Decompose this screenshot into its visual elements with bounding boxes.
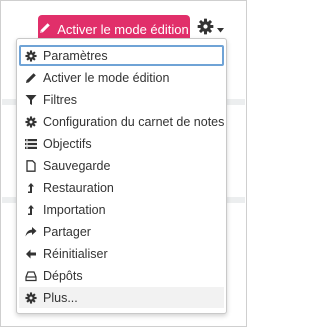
arrow-left-icon xyxy=(25,248,37,260)
page-frame: Activer le mode édition Paramètres Activ… xyxy=(0,0,247,327)
menu-item-activer-mode-edition[interactable]: Activer le mode édition xyxy=(19,67,224,88)
menu-item-restauration[interactable]: Restauration xyxy=(19,177,224,198)
menu-item-label: Configuration du carnet de notes xyxy=(43,114,225,129)
gear-icon xyxy=(197,18,214,40)
hdd-icon xyxy=(25,270,37,282)
menu-item-label: Filtres xyxy=(43,92,78,107)
menu-item-label: Activer le mode édition xyxy=(43,70,170,85)
menu-item-label: Sauvegarde xyxy=(43,158,111,173)
menu-item-importation[interactable]: Importation xyxy=(19,199,224,220)
menu-item-filtres[interactable]: Filtres xyxy=(19,89,224,110)
menu-item-label: Importation xyxy=(43,202,106,217)
menu-item-label: Plus... xyxy=(43,290,78,305)
menu-item-label: Objectifs xyxy=(43,136,92,151)
menu-item-label: Réinitialiser xyxy=(43,246,108,261)
menu-item-plus[interactable]: Plus... xyxy=(19,287,224,308)
gear-icon xyxy=(25,49,37,62)
file-icon xyxy=(25,159,37,172)
list-icon xyxy=(25,138,37,150)
menu-item-label: Dépôts xyxy=(43,268,83,283)
chevron-down-icon xyxy=(217,20,224,38)
settings-dropdown-menu: Paramètres Activer le mode édition Filtr… xyxy=(16,38,227,314)
menu-item-label: Restauration xyxy=(43,180,114,195)
menu-item-objectifs[interactable]: Objectifs xyxy=(19,133,224,154)
level-up-icon xyxy=(25,204,37,216)
level-up-icon xyxy=(25,182,37,194)
gear-icon xyxy=(25,291,37,304)
menu-item-parametres[interactable]: Paramètres xyxy=(19,45,224,66)
menu-item-label: Paramètres xyxy=(43,48,108,63)
menu-item-depots[interactable]: Dépôts xyxy=(19,265,224,286)
pencil-icon xyxy=(25,72,37,84)
menu-item-configuration-carnet[interactable]: Configuration du carnet de notes xyxy=(19,111,224,132)
filter-icon xyxy=(25,94,37,106)
menu-item-partager[interactable]: Partager xyxy=(19,221,224,242)
menu-item-reinitialiser[interactable]: Réinitialiser xyxy=(19,243,224,264)
menu-item-sauvegarde[interactable]: Sauvegarde xyxy=(19,155,224,176)
gear-icon xyxy=(25,115,37,128)
menu-item-label: Partager xyxy=(43,224,91,239)
share-icon xyxy=(25,226,37,238)
turn-editing-on-label: Activer le mode édition xyxy=(57,21,189,37)
pencil-icon xyxy=(39,22,51,37)
